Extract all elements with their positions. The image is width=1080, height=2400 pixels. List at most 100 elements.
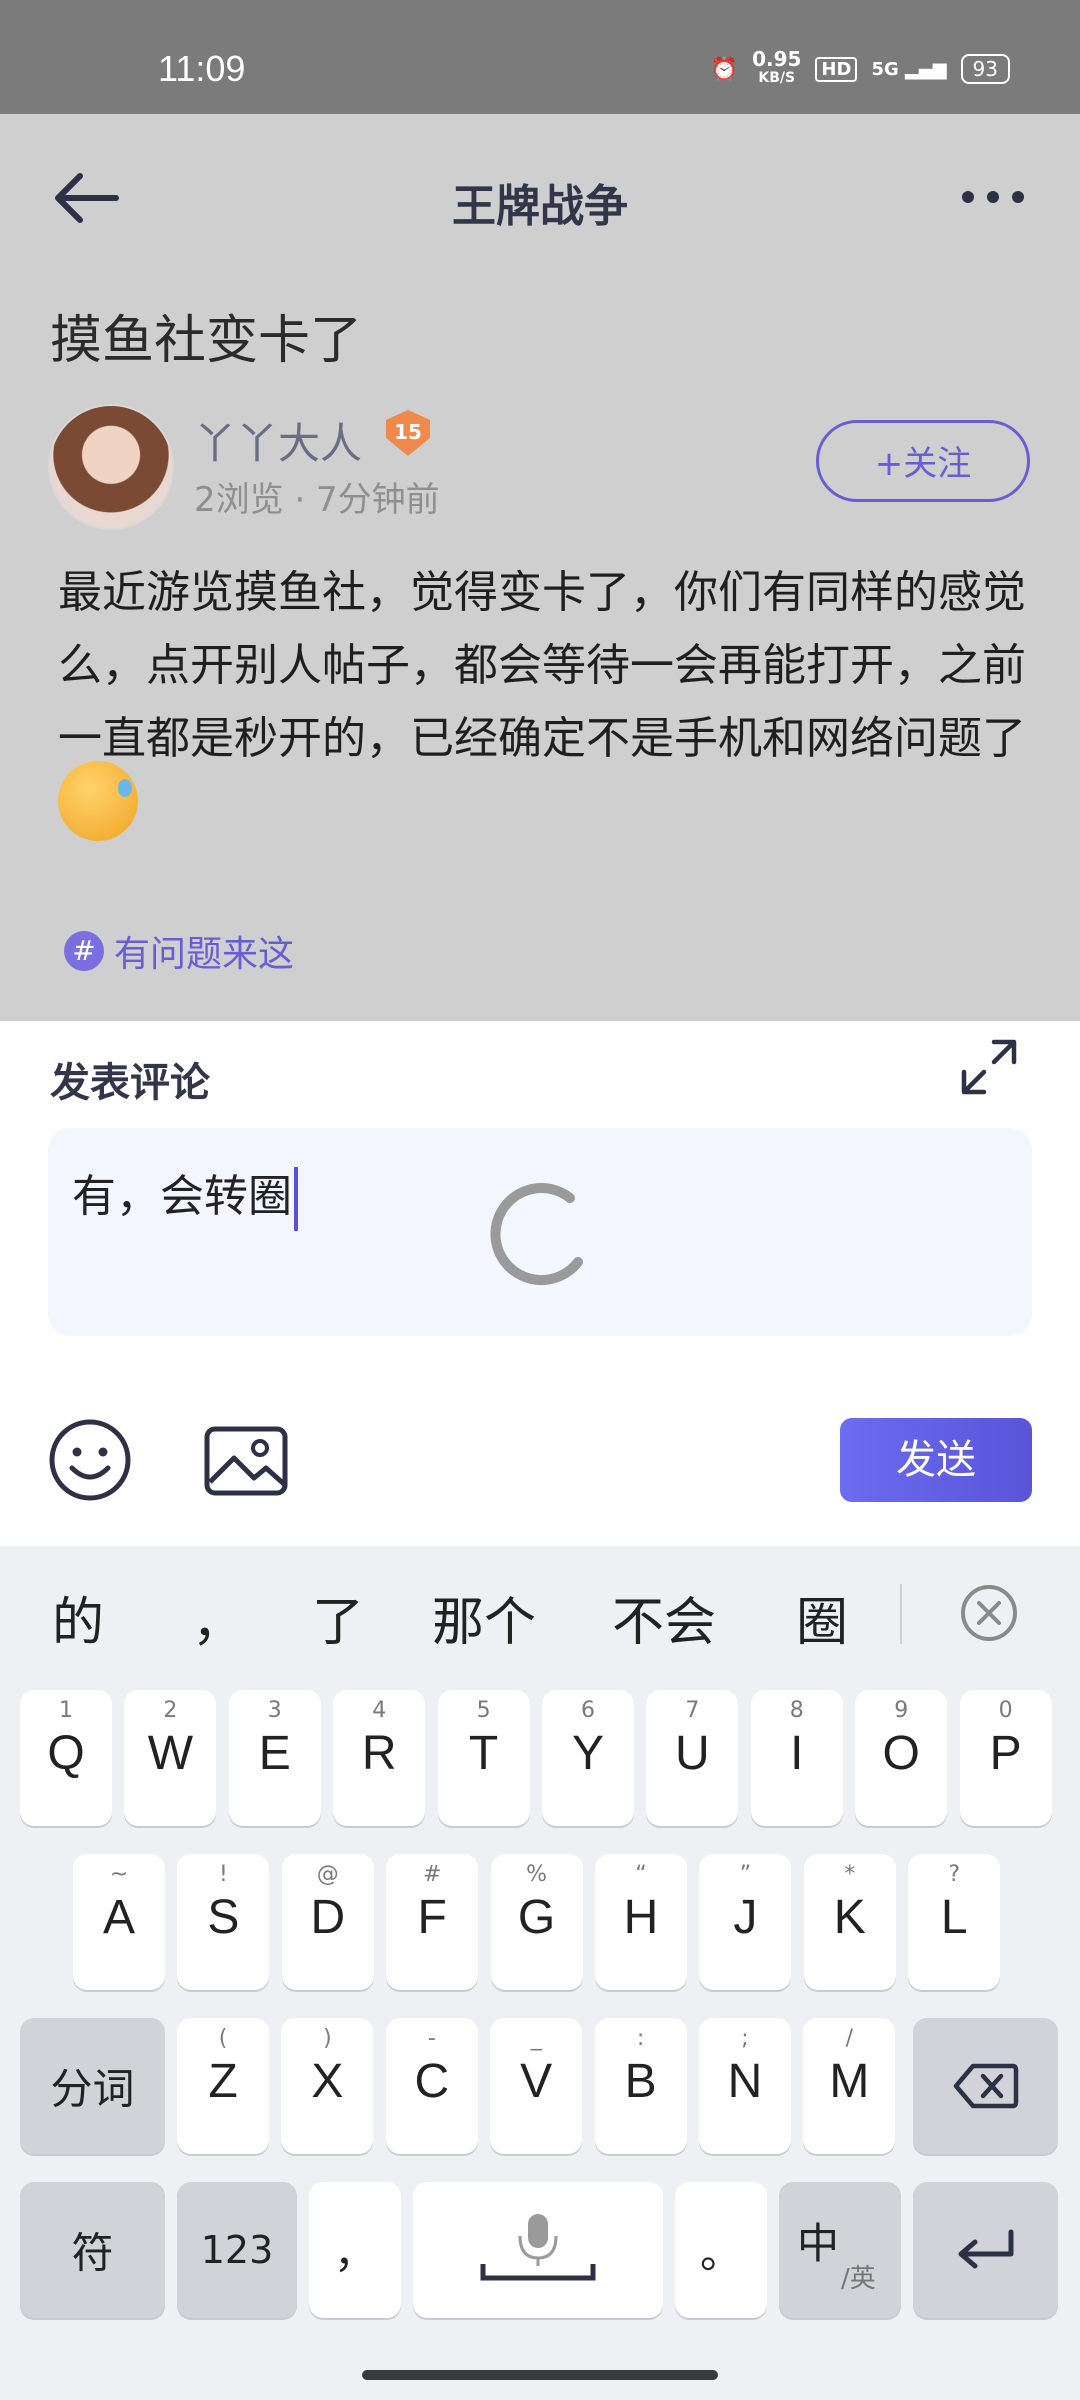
key-hint: 4: [372, 1698, 387, 1723]
key-v[interactable]: _ V: [490, 2018, 583, 2154]
key-w[interactable]: 2W: [124, 1690, 217, 1826]
key-hint: ): [323, 2026, 332, 2051]
key-enter[interactable]: [913, 2182, 1058, 2318]
suggestion-item[interactable]: 圈: [796, 1580, 848, 1655]
key-hint: 6: [581, 1698, 595, 1723]
key-y[interactable]: 6Y: [542, 1690, 634, 1826]
key-label: D: [310, 1891, 346, 1944]
key-label: O: [882, 1727, 920, 1780]
topic-label: 有问题来这: [114, 934, 295, 975]
key-q[interactable]: 1Q: [20, 1690, 112, 1826]
key-t[interactable]: 5T: [437, 1690, 530, 1826]
follow-button[interactable]: +关注: [816, 420, 1030, 502]
key-r[interactable]: 4R: [333, 1690, 426, 1826]
key-h[interactable]: “H: [595, 1854, 687, 1990]
key-u[interactable]: 7U: [646, 1690, 739, 1826]
key-p[interactable]: 0P: [959, 1690, 1052, 1826]
suggestion-item[interactable]: ，: [192, 1580, 244, 1655]
key-label: Q: [47, 1727, 85, 1780]
key-fenci[interactable]: 分词: [20, 2018, 165, 2154]
signal-icon: 5G ▂▄▆: [871, 58, 947, 80]
key-space[interactable]: [413, 2182, 663, 2318]
author-name[interactable]: 丫丫大人: [194, 410, 362, 471]
key-l[interactable]: ? L: [908, 1854, 1001, 1990]
home-indicator[interactable]: [362, 2370, 718, 2380]
hash-icon: #: [64, 931, 104, 971]
key-i[interactable]: 8I: [750, 1690, 843, 1826]
key-period[interactable]: 。: [675, 2182, 767, 2318]
key-label: Y: [571, 1727, 604, 1780]
key-m[interactable]: / M: [803, 2018, 896, 2154]
key-label: M: [829, 2055, 870, 2108]
key-hint: 2: [163, 1698, 178, 1723]
key-hint: 5: [476, 1698, 491, 1723]
key-o[interactable]: 9O: [855, 1690, 948, 1826]
key-n[interactable]: ; N: [699, 2018, 791, 2154]
key-k[interactable]: * K: [803, 1854, 896, 1990]
key-label: X: [311, 2055, 344, 2108]
status-time: 11:09: [158, 48, 246, 89]
key-hint: 7: [685, 1698, 700, 1723]
key-comma[interactable]: ，: [309, 2182, 401, 2318]
key-hint: ~: [109, 1862, 129, 1887]
key-hint: _: [530, 2026, 542, 2051]
key-d[interactable]: @ D: [281, 1854, 374, 1990]
key-symbols[interactable]: 符: [20, 2182, 165, 2318]
key-label: J: [733, 1891, 758, 1944]
key-hint: ?: [948, 1862, 961, 1887]
key-e[interactable]: 3E: [228, 1690, 321, 1826]
expand-icon[interactable]: [958, 1036, 1020, 1098]
key-x[interactable]: ) X: [281, 2018, 374, 2154]
key-hint: /: [845, 2026, 854, 2051]
hd-icon: HD: [815, 56, 858, 82]
battery-icon: 93: [960, 54, 1010, 84]
close-circle-icon[interactable]: [960, 1584, 1018, 1642]
key-j[interactable]: ” J: [699, 1854, 792, 1990]
key-label: V: [520, 2055, 553, 2108]
loading-spinner-icon: [490, 1183, 583, 1286]
comment-sheet-title: 发表评论: [50, 1060, 210, 1106]
microphone-icon: [480, 2214, 596, 2281]
key-hint: 8: [789, 1698, 804, 1723]
key-g[interactable]: % G: [490, 1854, 583, 1990]
author-avatar[interactable]: [48, 404, 174, 530]
comment-text[interactable]: 有，会转圈: [72, 1160, 298, 1231]
key-c[interactable]: -C: [385, 2018, 478, 2154]
key-a[interactable]: ~ A: [73, 1854, 165, 1990]
suggestion-item[interactable]: 不会: [612, 1580, 716, 1655]
alarm-icon: ⏰: [710, 56, 739, 82]
key-hint: @: [316, 1862, 339, 1887]
key-hint: #: [422, 1862, 442, 1887]
key-s[interactable]: ! S: [177, 1854, 270, 1990]
send-button[interactable]: 发送: [840, 1418, 1032, 1502]
post-title: 摸鱼社变卡了: [50, 311, 363, 371]
emoji-icon[interactable]: [48, 1418, 132, 1502]
key-hint: 9: [894, 1698, 909, 1723]
backspace-icon: [953, 2063, 1019, 2109]
key-backspace[interactable]: [913, 2018, 1058, 2154]
key-label: A: [102, 1891, 135, 1944]
key-hint: ;: [741, 2026, 749, 2051]
key-hint: !: [218, 1862, 228, 1887]
key-hint: 0: [998, 1698, 1013, 1723]
key-label: W: [147, 1727, 194, 1780]
key-hint: “: [635, 1862, 647, 1887]
key-z[interactable]: (Z: [177, 2018, 269, 2154]
enter-icon: [958, 2229, 1014, 2269]
key-f[interactable]: # F: [386, 1854, 479, 1990]
key-hint: ”: [739, 1862, 752, 1887]
text-cursor: [294, 1167, 298, 1231]
key-hint: (: [218, 2026, 228, 2051]
suggestion-item[interactable]: 的: [52, 1580, 104, 1655]
key-language-switch[interactable]: 中 /英: [779, 2182, 901, 2318]
key-label: P: [989, 1727, 1022, 1780]
key-hint: *: [844, 1862, 856, 1887]
topic-tag[interactable]: # 有问题来这: [64, 925, 294, 977]
image-icon[interactable]: [204, 1426, 288, 1496]
more-options-icon[interactable]: [958, 180, 1028, 214]
key-label: U: [675, 1727, 710, 1780]
suggestion-item[interactable]: 那个: [432, 1580, 536, 1655]
suggestion-item[interactable]: 了: [312, 1580, 364, 1655]
key-b[interactable]: :B: [594, 2018, 687, 2154]
key-123[interactable]: 123: [177, 2182, 297, 2318]
